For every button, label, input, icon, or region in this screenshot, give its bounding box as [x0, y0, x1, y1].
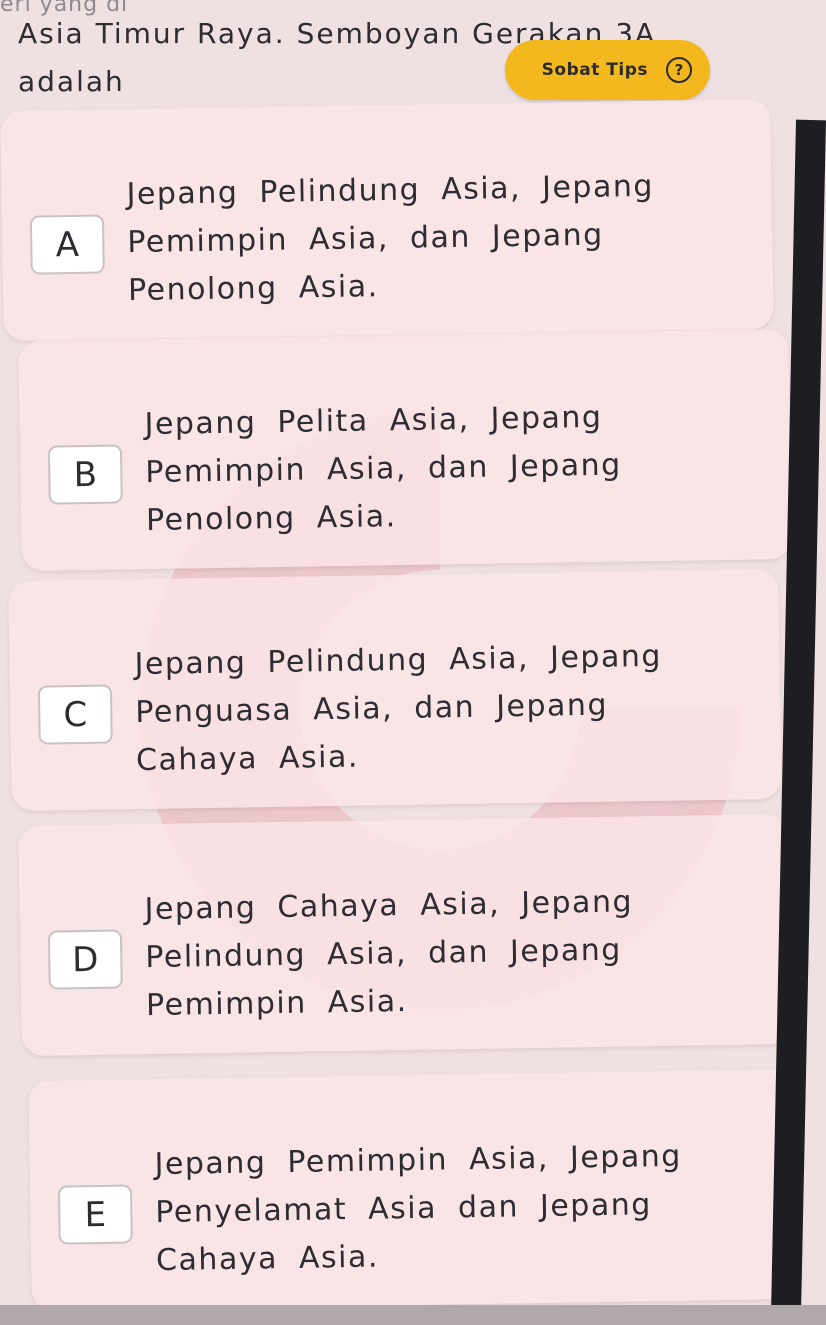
option-e[interactable]: E Jepang Pemimpin Asia, Jepang Penyelama…	[28, 1068, 802, 1312]
option-a-letter: A	[29, 214, 105, 275]
bottom-edge	[0, 1305, 826, 1325]
option-c-letter: C	[37, 684, 113, 745]
option-d-letter: D	[47, 929, 123, 990]
option-d-text: Jepang Cahaya Asia, Jepang Pelindung Asi…	[144, 884, 634, 1024]
sobat-tips-label: Sobat Tips	[541, 60, 648, 80]
option-b-letter: B	[47, 444, 123, 505]
option-c-text: Jepang Pelindung Asia, Jepang Penguasa A…	[134, 638, 663, 779]
option-c[interactable]: C Jepang Pelindung Asia, Jepang Penguasa…	[8, 568, 782, 812]
option-e-text: Jepang Pemimpin Asia, Jepang Penyelamat …	[154, 1138, 683, 1279]
option-e-letter: E	[57, 1184, 133, 1245]
option-b[interactable]: B Jepang Pelita Asia, Jepang Pemimpin As…	[18, 328, 792, 572]
option-a[interactable]: A Jepang Pelindung Asia, Jepang Pemimpin…	[0, 98, 774, 342]
option-b-text: Jepang Pelita Asia, Jepang Pemimpin Asia…	[144, 399, 622, 539]
option-d[interactable]: D Jepang Cahaya Asia, Jepang Pelindung A…	[18, 813, 792, 1057]
help-circle-icon: ?	[666, 57, 692, 83]
sobat-tips-button[interactable]: Sobat Tips ?	[505, 40, 710, 100]
option-a-text: Jepang Pelindung Asia, Jepang Pemimpin A…	[126, 168, 655, 309]
